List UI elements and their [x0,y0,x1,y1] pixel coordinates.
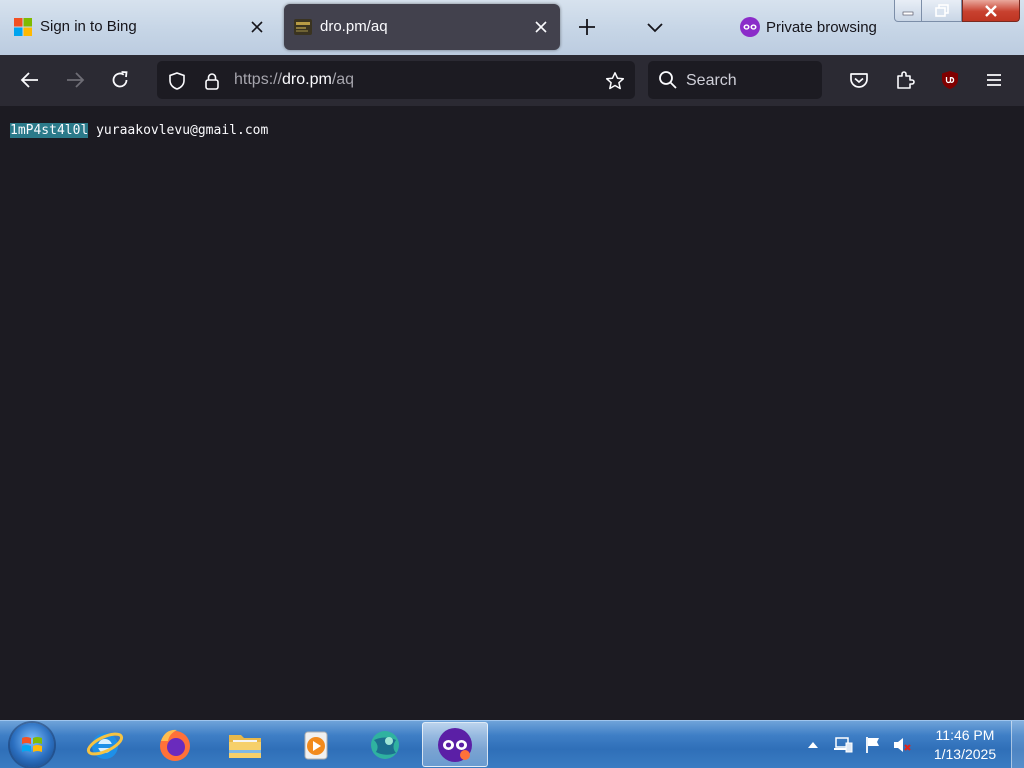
list-all-tabs-chevron-icon[interactable] [644,16,666,38]
reload-icon[interactable] [107,67,133,93]
internet-explorer-icon[interactable] [75,722,135,767]
restore-button[interactable] [922,0,962,22]
forward-arrow-icon[interactable] [62,67,88,93]
url-host: dro.pm [282,71,332,88]
media-player-icon[interactable] [285,722,345,767]
pocket-icon[interactable] [846,67,872,93]
new-tab-plus-icon[interactable] [576,16,598,38]
private-browsing-indicator: Private browsing [740,17,877,37]
tab-title: Sign in to Bing [40,18,137,35]
show-hidden-icons-arrow-icon[interactable] [803,735,823,755]
show-desktop-button[interactable] [1011,721,1024,768]
tab-title: dro.pm/aq [320,18,388,35]
system-clock[interactable]: 11:46 PM 1/13/2025 [920,726,1010,764]
tab-sign-in-to-bing[interactable]: Sign in to Bing [4,4,276,50]
action-center-flag-icon[interactable] [863,735,883,755]
private-mask-icon [740,17,760,37]
paste-text-line: 1mP4st4l0l yuraakovlevu@gmail.com [10,123,268,138]
tab-strip: Sign in to Bing dro.pm/aq Private browsi… [0,0,1024,55]
hamburger-menu-icon[interactable] [981,67,1007,93]
url-text[interactable]: https://dro.pm/aq [234,71,354,89]
private-browsing-label: Private browsing [766,18,877,36]
navigation-toolbar: https://dro.pm/aq Search [0,55,1024,106]
network-icon[interactable] [833,735,853,755]
minimize-button[interactable] [894,0,922,22]
microsoft-logo-icon [14,18,32,36]
search-icon [658,70,678,90]
url-path: /aq [331,71,355,88]
volume-muted-icon[interactable] [892,735,912,755]
selected-text[interactable]: 1mP4st4l0l [10,123,89,138]
search-placeholder: Search [686,72,737,89]
site-favicon [294,18,312,36]
extensions-puzzle-icon[interactable] [892,67,918,93]
tab-dro-pm[interactable]: dro.pm/aq [284,4,560,50]
bookmark-star-icon[interactable] [605,71,625,91]
globe-app-icon[interactable] [355,722,415,767]
clock-time: 11:46 PM [935,727,995,743]
address-bar[interactable]: https://dro.pm/aq [157,61,635,99]
close-tab-icon[interactable] [532,18,550,36]
paste-text[interactable]: yuraakovlevu@gmail.com [88,123,268,138]
url-scheme: https:// [234,71,283,88]
lock-icon[interactable] [202,71,222,91]
firefox-icon[interactable] [145,722,205,767]
back-arrow-icon[interactable] [17,67,43,93]
windows-logo-icon [20,733,44,757]
windows-taskbar: 11:46 PM 1/13/2025 [0,720,1024,768]
clock-date: 1/13/2025 [933,746,997,762]
ublock-origin-icon[interactable] [937,67,963,93]
tracking-protection-shield-icon[interactable] [167,71,187,91]
page-content: 1mP4st4l0l yuraakovlevu@gmail.com [0,106,1024,720]
start-button[interactable] [10,723,54,767]
search-bar[interactable]: Search [648,61,822,99]
close-tab-icon[interactable] [248,18,266,36]
close-window-button[interactable] [962,0,1020,22]
file-explorer-icon[interactable] [215,722,275,767]
firefox-private-icon[interactable] [422,722,488,767]
